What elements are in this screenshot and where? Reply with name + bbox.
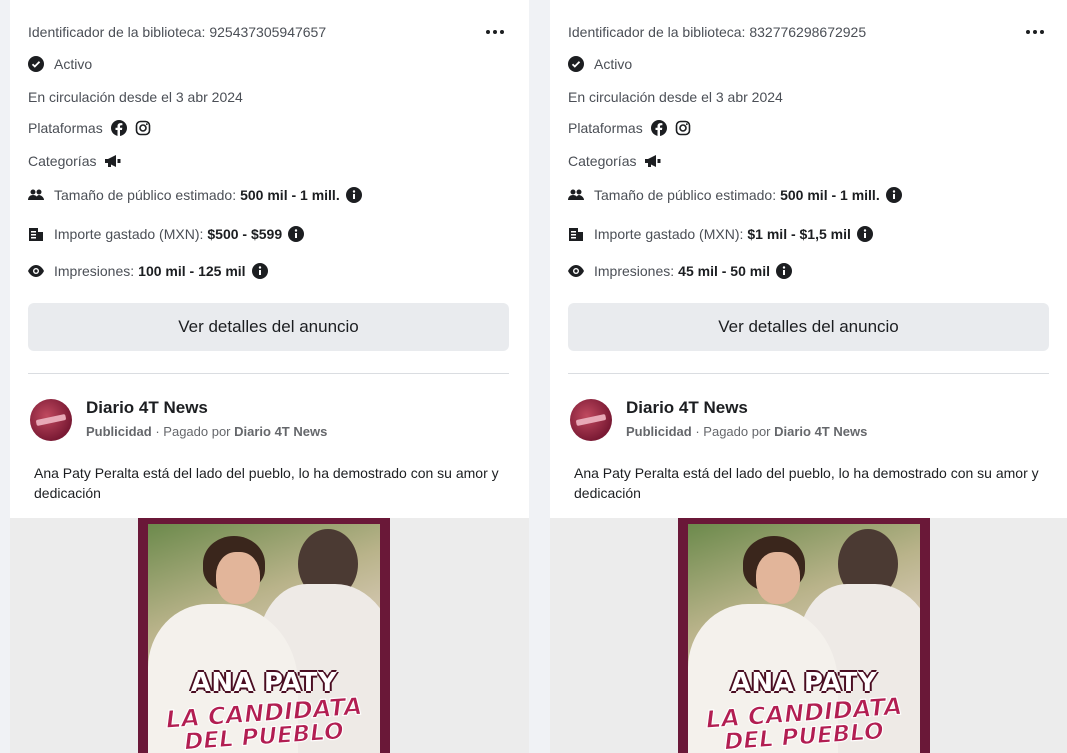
audience-value: 500 mil - 1 mill. <box>780 187 880 203</box>
running-since-text: En circulación desde el 3 abr 2024 <box>28 89 243 105</box>
paid-by-name: Diario 4T News <box>774 424 868 439</box>
status-text: Activo <box>54 56 93 72</box>
facebook-icon <box>110 120 127 136</box>
categories-label: Categorías <box>28 153 97 169</box>
info-icon[interactable] <box>251 263 268 279</box>
info-icon[interactable] <box>856 226 873 242</box>
status-text: Activo <box>594 56 633 72</box>
paid-by-name: Diario 4T News <box>234 424 328 439</box>
library-id: Identificador de la biblioteca: 83277629… <box>568 24 866 40</box>
page-avatar[interactable] <box>30 399 72 441</box>
info-icon[interactable] <box>288 226 305 242</box>
ad-card: Identificador de la biblioteca: 92543730… <box>10 0 529 753</box>
eye-icon <box>28 265 44 277</box>
megaphone-icon <box>104 154 122 168</box>
impressions-row: Impresiones: 100 mil - 125 mil <box>28 263 268 279</box>
audience-label: Tamaño de público estimado: <box>594 187 777 203</box>
sponsored-line: Publicidad · Pagado por Diario 4T News <box>626 424 867 439</box>
categories-row: Categorías <box>28 153 122 169</box>
money-icon <box>28 226 44 242</box>
more-options-button[interactable] <box>1021 22 1049 42</box>
ad-creative-image[interactable]: ANA PATY LA CANDIDATA DEL PUEBLO <box>138 518 390 753</box>
more-options-icon <box>486 30 504 34</box>
impressions-label: Impresiones: <box>594 263 675 279</box>
platforms-row: Plataformas <box>28 120 151 136</box>
audience-row: Tamaño de público estimado: 500 mil - 1 … <box>568 187 902 203</box>
ad-body-text: Ana Paty Peralta está del lado del puebl… <box>34 465 499 501</box>
paid-by-prefix: · Pagado por <box>151 424 235 439</box>
info-icon[interactable] <box>345 187 362 203</box>
more-options-icon <box>1026 30 1044 34</box>
people-icon <box>28 188 44 202</box>
platforms-label: Plataformas <box>568 120 643 136</box>
platforms-row: Plataformas <box>568 120 691 136</box>
audience-value: 500 mil - 1 mill. <box>240 187 340 203</box>
impressions-row: Impresiones: 45 mil - 50 mil <box>568 263 792 279</box>
impressions-value: 100 mil - 125 mil <box>138 263 246 279</box>
page-name-link[interactable]: Diario 4T News <box>86 398 208 418</box>
spent-label: Importe gastado (MXN): <box>594 226 744 242</box>
running-since: En circulación desde el 3 abr 2024 <box>28 89 243 105</box>
categories-label: Categorías <box>568 153 637 169</box>
status-row: Activo <box>568 56 632 72</box>
divider <box>568 373 1049 374</box>
sponsored-label: Publicidad <box>86 424 152 439</box>
facebook-icon <box>650 120 667 136</box>
impressions-label: Impresiones: <box>54 263 135 279</box>
audience-row: Tamaño de público estimado: 500 mil - 1 … <box>28 187 362 203</box>
audience-label: Tamaño de público estimado: <box>54 187 237 203</box>
megaphone-icon <box>644 154 662 168</box>
spent-row: Importe gastado (MXN): $500 - $599 <box>28 226 305 242</box>
paid-by-prefix: · Pagado por <box>691 424 775 439</box>
running-since-text: En circulación desde el 3 abr 2024 <box>568 89 783 105</box>
running-since: En circulación desde el 3 abr 2024 <box>568 89 783 105</box>
ad-card: Identificador de la biblioteca: 83277629… <box>550 0 1067 753</box>
ad-creative-image[interactable]: ANA PATY LA CANDIDATA DEL PUEBLO <box>678 518 930 753</box>
ad-details-button[interactable]: Ver detalles del anuncio <box>28 303 509 351</box>
ad-media: ANA PATY LA CANDIDATA DEL PUEBLO <box>550 518 1067 753</box>
spent-row: Importe gastado (MXN): $1 mil - $1,5 mil <box>568 226 873 242</box>
spent-value: $500 - $599 <box>207 226 283 242</box>
library-id-text: Identificador de la biblioteca: 92543730… <box>28 24 327 40</box>
sponsored-line: Publicidad · Pagado por Diario 4T News <box>86 424 327 439</box>
categories-row: Categorías <box>568 153 662 169</box>
spent-label: Importe gastado (MXN): <box>54 226 204 242</box>
impressions-value: 45 mil - 50 mil <box>678 263 770 279</box>
library-id-text: Identificador de la biblioteca: 83277629… <box>568 24 867 40</box>
check-circle-icon <box>568 56 584 72</box>
info-icon[interactable] <box>885 187 902 203</box>
check-circle-icon <box>28 56 44 72</box>
instagram-icon <box>135 120 151 136</box>
info-icon[interactable] <box>775 263 792 279</box>
ad-details-button[interactable]: Ver detalles del anuncio <box>568 303 1049 351</box>
ad-media: ANA PATY LA CANDIDATA DEL PUEBLO <box>10 518 529 753</box>
page-avatar[interactable] <box>570 399 612 441</box>
people-icon <box>568 188 584 202</box>
status-row: Activo <box>28 56 92 72</box>
instagram-icon <box>675 120 691 136</box>
page-name-link[interactable]: Diario 4T News <box>626 398 748 418</box>
library-id: Identificador de la biblioteca: 92543730… <box>28 24 326 40</box>
money-icon <box>568 226 584 242</box>
sponsored-label: Publicidad <box>626 424 692 439</box>
divider <box>28 373 509 374</box>
ad-body-text: Ana Paty Peralta está del lado del puebl… <box>574 465 1039 501</box>
more-options-button[interactable] <box>481 22 509 42</box>
platforms-label: Plataformas <box>28 120 103 136</box>
spent-value: $1 mil - $1,5 mil <box>747 226 851 242</box>
eye-icon <box>568 265 584 277</box>
